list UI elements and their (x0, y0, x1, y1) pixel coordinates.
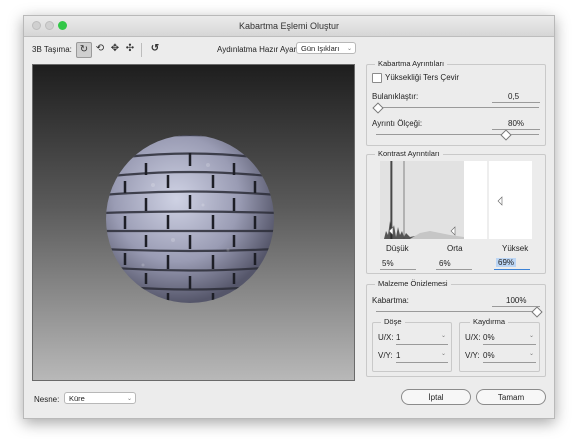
tile-group (372, 322, 452, 372)
contrast-histogram (380, 161, 532, 239)
offset-group-title: Kaydırma (470, 317, 509, 326)
chevron-down-icon: ⌄ (440, 333, 446, 339)
blur-value[interactable]: 0,5 (508, 92, 519, 101)
roughness-label: Kabartma: (372, 296, 409, 305)
blur-slider-track[interactable] (376, 107, 539, 108)
move-3d-label: 3B Taşıma: (32, 45, 72, 54)
tile-v-value: 1 (396, 351, 401, 360)
window-title: Kabartma Eşlemi Oluştur (238, 21, 340, 31)
detail-scale-value[interactable]: 80% (508, 119, 524, 128)
emboss-details-title: Kabartma Ayrıntıları (375, 59, 448, 68)
chevron-down-icon: ⌄ (528, 351, 534, 357)
offset-v-value: 0% (483, 351, 495, 360)
drag-3d-icon[interactable]: ✥ (108, 42, 122, 56)
chevron-down-icon: ⌄ (126, 396, 132, 402)
tile-v-label: V/Y: (378, 351, 393, 360)
contrast-mid-value[interactable]: 6% (439, 259, 451, 268)
sphere-preview (106, 135, 274, 303)
toolbar-divider (141, 43, 142, 57)
lighting-preset-value: Gün Işıkları (301, 44, 340, 53)
detail-slider-track[interactable] (376, 134, 539, 135)
rotate-3d-icon[interactable]: ↻ (76, 42, 92, 58)
chevron-down-icon: ⌄ (528, 333, 534, 339)
blur-value-underline (492, 102, 540, 103)
invert-height-checkbox[interactable] (372, 73, 382, 83)
contrast-low-label: Düşük (386, 244, 409, 253)
roll-3d-icon[interactable]: ⟲ (93, 42, 107, 56)
blur-label: Bulanıklaştır: (372, 92, 419, 101)
contrast-low-value[interactable]: 5% (382, 259, 394, 268)
roughness-value-underline (492, 306, 540, 307)
object-label: Nesne: (34, 395, 60, 404)
detail-value-underline (492, 129, 540, 130)
detail-scale-label: Ayrıntı Ölçeği: (372, 119, 423, 128)
contrast-high-value[interactable]: 69% (496, 258, 517, 267)
object-select[interactable]: Küre ⌄ (64, 392, 136, 404)
tile-group-title: Döşe (381, 317, 405, 326)
material-preview-title: Malzeme Önizlemesi (375, 279, 451, 288)
contrast-mid-underline (436, 269, 472, 270)
contrast-details-title: Kontrast Ayrıntıları (375, 149, 443, 158)
lighting-preset-label: Aydınlatma Hazır Ayarı: (217, 45, 301, 54)
offset-v-select[interactable]: 0% ⌄ (483, 351, 536, 363)
ok-button[interactable]: Tamam (476, 389, 546, 405)
title-bar: Kabartma Eşlemi Oluştur (24, 16, 554, 37)
contrast-high-underline (494, 269, 530, 270)
tile-u-select[interactable]: 1 ⌄ (396, 333, 448, 345)
reset-view-icon[interactable]: ↺ (148, 42, 162, 56)
contrast-mid-label: Orta (447, 244, 463, 253)
contrast-high-label: Yüksek (502, 244, 529, 253)
slide-3d-icon[interactable]: ✣ (123, 42, 137, 56)
offset-group (459, 322, 540, 372)
roughness-slider-track[interactable] (376, 311, 539, 312)
chevron-down-icon: ⌄ (440, 351, 446, 357)
chevron-down-icon: ⌄ (346, 46, 352, 52)
cancel-button[interactable]: İptal (401, 389, 471, 405)
dialog-window: Kabartma Eşlemi Oluştur 3B Taşıma: ↻ ⟲ ✥… (23, 15, 555, 419)
offset-u-select[interactable]: 0% ⌄ (483, 333, 536, 345)
offset-v-label: V/Y: (465, 351, 480, 360)
tile-v-select[interactable]: 1 ⌄ (396, 351, 448, 363)
offset-u-value: 0% (483, 333, 495, 342)
preview-viewport[interactable] (32, 64, 355, 381)
roughness-value[interactable]: 100% (506, 296, 526, 305)
tile-u-label: U/X: (378, 333, 394, 342)
object-value: Küre (69, 394, 85, 403)
tile-u-value: 1 (396, 333, 401, 342)
offset-u-label: U/X: (465, 333, 481, 342)
invert-height-label: Yüksekliği Ters Çevir (385, 73, 460, 82)
lighting-preset-select[interactable]: Gün Işıkları ⌄ (296, 42, 356, 54)
contrast-low-underline (380, 269, 416, 270)
